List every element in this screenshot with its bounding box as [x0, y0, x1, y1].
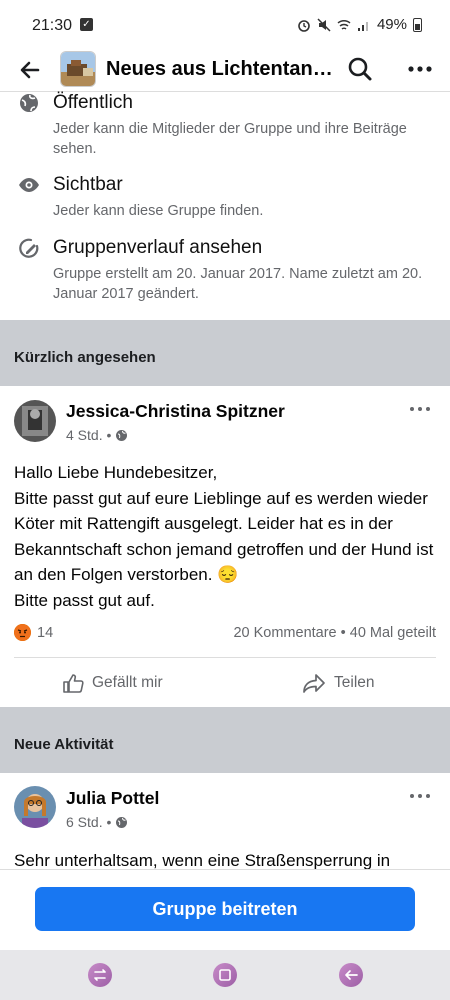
section-recent: Kürzlich angesehen [0, 320, 450, 386]
info-visible: Sichtbar Jeder kann diese Gruppe finden. [0, 174, 450, 224]
alarm-icon [298, 19, 310, 32]
battery-percent: 49% [376, 16, 407, 33]
share-label: Teilen [334, 674, 375, 691]
back-nav-icon[interactable] [339, 963, 363, 987]
eye-icon [19, 178, 39, 192]
page-title: Neues aus Lichtentann… [106, 58, 336, 80]
reaction-count: 14 [37, 624, 54, 641]
post-meta: 6 Std. • [66, 814, 128, 830]
section-recent-label: Kürzlich angesehen [14, 349, 156, 366]
info-public-desc: Jeder kann die Mitglieder der Gruppe und… [53, 121, 407, 157]
group-avatar[interactable] [60, 51, 96, 87]
post-stats[interactable]: 20 Kommentare • 40 Mal geteilt [233, 625, 436, 641]
search-icon[interactable] [346, 55, 374, 83]
post-more-icon[interactable] [408, 403, 432, 415]
join-bar: Gruppe beitreten [0, 869, 450, 950]
like-label: Gefällt mir [92, 674, 163, 691]
post-author[interactable]: Julia Pottel [66, 788, 159, 809]
info-public-title: Öffentlich [53, 92, 133, 113]
like-button[interactable]: Gefällt mir [62, 672, 163, 694]
back-arrow-icon[interactable] [16, 56, 44, 84]
status-time: 21:30 [32, 17, 73, 34]
section-new-activity-label: Neue Aktivität [14, 736, 114, 753]
globe-icon [20, 94, 38, 112]
post-text: Hallo Liebe Hundebesitzer, Bitte passt g… [14, 463, 434, 610]
post-time: 4 Std. • [66, 427, 112, 443]
home-icon[interactable] [213, 963, 237, 987]
share-button[interactable]: Teilen [302, 672, 375, 694]
section-new-activity: Neue Aktivität [0, 707, 450, 773]
info-public: Öffentlich Jeder kann die Mitglieder der… [0, 92, 450, 162]
battery-icon [413, 17, 422, 32]
info-history[interactable]: Gruppenverlauf ansehen Gruppe erstellt a… [0, 237, 450, 307]
signal-icon [357, 21, 368, 31]
info-visible-title: Sichtbar [53, 174, 123, 195]
mute-icon [317, 17, 331, 32]
status-bar: 21:30 ✓ 49% [0, 0, 450, 48]
post-author[interactable]: Jessica-Christina Spitzner [66, 401, 285, 422]
info-history-desc: Gruppe erstellt am 20. Januar 2017. Name… [53, 266, 423, 302]
more-options-icon[interactable] [404, 55, 436, 83]
post-more-icon[interactable] [408, 790, 432, 802]
globe-icon [116, 429, 128, 441]
system-nav-bar [0, 950, 450, 1000]
app-header: Neues aus Lichtentann… [0, 48, 450, 92]
angry-reaction-icon [14, 624, 31, 641]
avatar[interactable] [14, 400, 56, 442]
divider [14, 657, 436, 658]
reactions[interactable]: 14 [14, 624, 53, 641]
join-group-button[interactable]: Gruppe beitreten [35, 887, 415, 931]
info-visible-desc: Jeder kann diese Gruppe finden. [53, 203, 264, 219]
status-icons: 49% [297, 16, 422, 33]
avatar[interactable] [14, 786, 56, 828]
history-edit-icon [19, 238, 39, 258]
post-time: 6 Std. • [66, 814, 112, 830]
wifi-icon [337, 19, 351, 30]
share-arrow-icon [303, 674, 325, 693]
notification-check-icon: ✓ [80, 18, 93, 31]
post-meta: 4 Std. • [66, 427, 128, 443]
globe-icon [116, 816, 128, 828]
recent-apps-icon[interactable] [88, 963, 112, 987]
info-history-title: Gruppenverlauf ansehen [53, 237, 263, 258]
thumbs-up-icon [63, 674, 84, 693]
